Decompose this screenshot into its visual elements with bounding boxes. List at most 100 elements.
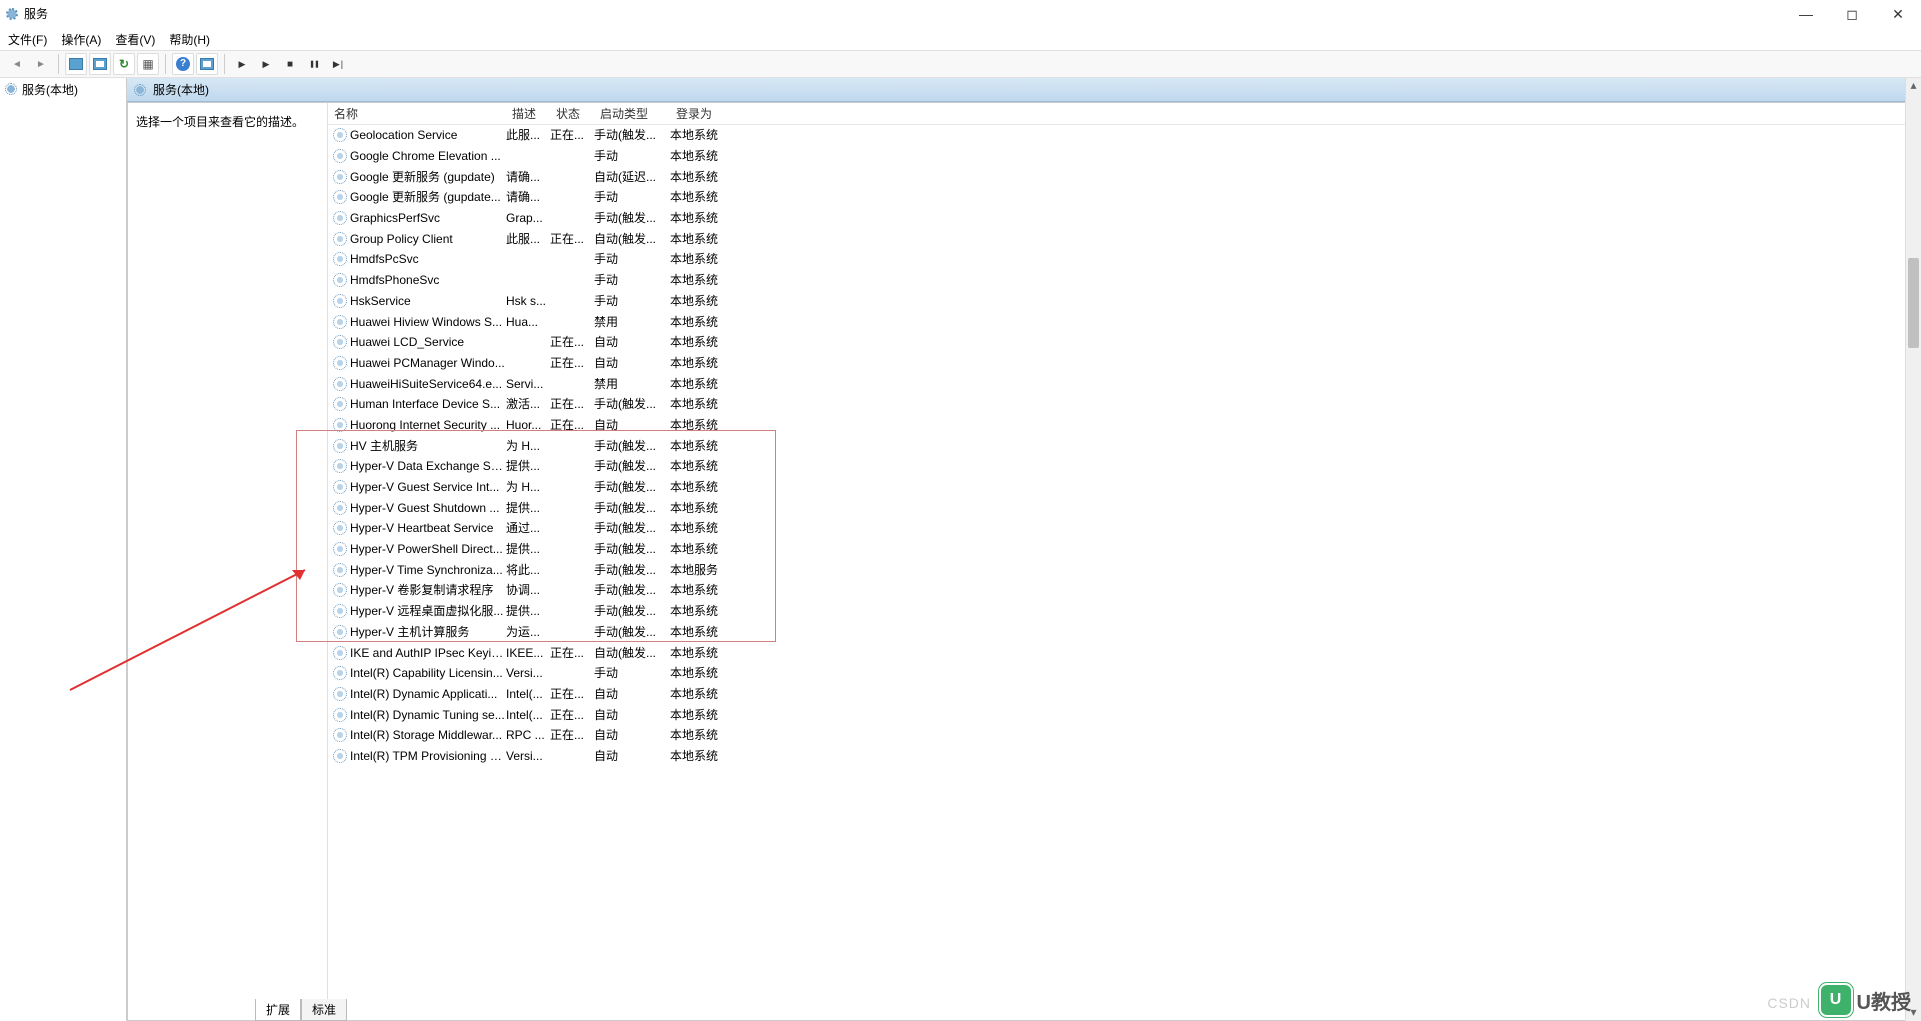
restart-service-button[interactable] — [327, 53, 349, 75]
service-row[interactable]: Huawei PCManager Windo...正在...自动本地系统 — [328, 353, 1920, 374]
minimize-button[interactable]: — — [1783, 0, 1829, 28]
service-desc: Servi... — [506, 374, 550, 394]
service-name: Hyper-V Heartbeat Service — [350, 518, 506, 538]
menu-help[interactable]: 帮助(H) — [169, 31, 210, 48]
service-logon: 本地系统 — [670, 725, 740, 745]
service-row[interactable]: Google 更新服务 (gupdate...请确...手动本地系统 — [328, 187, 1920, 208]
refresh-button[interactable] — [113, 53, 135, 75]
service-startup: 手动 — [594, 663, 670, 683]
toolbar — [0, 50, 1921, 78]
tab-standard[interactable]: 标准 — [301, 999, 347, 1021]
service-logon: 本地系统 — [670, 518, 740, 538]
service-row[interactable]: Hyper-V Time Synchroniza...将此...手动(触发...… — [328, 559, 1920, 580]
col-logon[interactable]: 登录为 — [670, 103, 740, 124]
gear-icon — [332, 582, 348, 598]
menu-view[interactable]: 查看(V) — [115, 31, 155, 48]
service-row[interactable]: Human Interface Device S...激活...正在...手动(… — [328, 394, 1920, 415]
service-row[interactable]: Hyper-V PowerShell Direct...提供...手动(触发..… — [328, 539, 1920, 560]
service-startup: 手动(触发... — [594, 622, 670, 642]
separator — [224, 54, 225, 74]
gear-icon — [332, 376, 348, 392]
service-row[interactable]: Hyper-V Guest Shutdown ...提供...手动(触发...本… — [328, 497, 1920, 518]
col-desc[interactable]: 描述 — [506, 103, 550, 124]
csdn-watermark: CSDN — [1767, 995, 1811, 1011]
service-desc: Hua... — [506, 312, 550, 332]
service-row[interactable]: HskServiceHsk s...手动本地系统 — [328, 291, 1920, 312]
service-row[interactable]: HmdfsPhoneSvc手动本地系统 — [328, 270, 1920, 291]
service-row[interactable]: Hyper-V 远程桌面虚拟化服...提供...手动(触发...本地系统 — [328, 601, 1920, 622]
service-row[interactable]: Intel(R) Capability Licensin...Versi...手… — [328, 663, 1920, 684]
service-row[interactable]: GraphicsPerfSvcGrap...手动(触发...本地系统 — [328, 208, 1920, 229]
start-service-button-2[interactable] — [255, 53, 277, 75]
menu-file[interactable]: 文件(F) — [8, 31, 47, 48]
pause-service-button[interactable] — [303, 53, 325, 75]
gear-icon — [332, 458, 348, 474]
gear-icon — [332, 293, 348, 309]
service-row[interactable]: Hyper-V Heartbeat Service通过...手动(触发...本地… — [328, 518, 1920, 539]
start-service-button[interactable] — [231, 53, 253, 75]
service-row[interactable]: Google Chrome Elevation ...手动本地系统 — [328, 146, 1920, 167]
service-row[interactable]: Hyper-V Data Exchange Se...提供...手动(触发...… — [328, 456, 1920, 477]
service-name: Google 更新服务 (gupdate) — [350, 167, 506, 187]
col-startup[interactable]: 启动类型 — [594, 103, 670, 124]
service-row[interactable]: IKE and AuthIP IPsec Keyin...IKEE...正在..… — [328, 642, 1920, 663]
service-name: Hyper-V Data Exchange Se... — [350, 456, 506, 476]
service-row[interactable]: HuaweiHiSuiteService64.e...Servi...禁用本地系… — [328, 373, 1920, 394]
service-name: HmdfsPhoneSvc — [350, 270, 506, 290]
forward-button[interactable] — [30, 53, 52, 75]
tab-extended[interactable]: 扩展 — [255, 999, 301, 1021]
service-row[interactable]: Huawei Hiview Windows S...Hua...禁用本地系统 — [328, 311, 1920, 332]
service-row[interactable]: HV 主机服务为 H...手动(触发...本地系统 — [328, 435, 1920, 456]
gear-icon — [332, 727, 348, 743]
service-row[interactable]: Intel(R) Dynamic Applicati...Intel(...正在… — [328, 684, 1920, 705]
gear-icon — [133, 83, 147, 97]
service-status: 正在... — [550, 415, 594, 435]
service-row[interactable]: Geolocation Service此服...正在...手动(触发...本地系… — [328, 125, 1920, 146]
service-desc: 协调... — [506, 580, 550, 600]
service-logon: 本地系统 — [670, 684, 740, 704]
service-startup: 手动 — [594, 270, 670, 290]
separator — [58, 54, 59, 74]
menu-action[interactable]: 操作(A) — [61, 31, 101, 48]
service-logon: 本地服务 — [670, 560, 740, 580]
service-row[interactable]: Hyper-V 卷影复制请求程序协调...手动(触发...本地系统 — [328, 580, 1920, 601]
service-row[interactable]: Intel(R) TPM Provisioning S...Versi...自动… — [328, 746, 1920, 767]
service-startup: 手动(触发... — [594, 208, 670, 228]
service-status: 正在... — [550, 353, 594, 373]
properties-button[interactable] — [89, 53, 111, 75]
service-logon: 本地系统 — [670, 374, 740, 394]
scroll-up-icon[interactable]: ▴ — [1906, 78, 1921, 94]
service-row[interactable]: Group Policy Client此服...正在...自动(触发...本地系… — [328, 228, 1920, 249]
detail-pane: 选择一个项目来查看它的描述。 — [128, 103, 328, 1020]
gear-icon — [332, 189, 348, 205]
service-name: Huawei PCManager Windo... — [350, 353, 506, 373]
back-button[interactable] — [6, 53, 28, 75]
service-startup: 自动(触发... — [594, 229, 670, 249]
col-status[interactable]: 状态 — [550, 103, 594, 124]
gear-icon — [332, 603, 348, 619]
tree-node-services-local[interactable]: 服务(本地) — [0, 78, 126, 100]
service-row[interactable]: Huorong Internet Security ...Huor...正在..… — [328, 415, 1920, 436]
service-row[interactable]: Google 更新服务 (gupdate)请确...自动(延迟...本地系统 — [328, 166, 1920, 187]
service-startup: 禁用 — [594, 374, 670, 394]
service-row[interactable]: Intel(R) Dynamic Tuning se...Intel(...正在… — [328, 704, 1920, 725]
scroll-thumb[interactable] — [1908, 258, 1919, 348]
vertical-scrollbar[interactable]: ▴ ▾ — [1905, 78, 1921, 1021]
show-hide-tree-button[interactable] — [65, 53, 87, 75]
service-logon: 本地系统 — [670, 208, 740, 228]
col-name[interactable]: 名称 — [328, 103, 506, 124]
export-button[interactable] — [137, 53, 159, 75]
close-button[interactable]: ✕ — [1875, 0, 1921, 28]
stop-service-button[interactable] — [279, 53, 301, 75]
brand-text: U教授 — [1857, 986, 1911, 1015]
maximize-button[interactable]: ◻ — [1829, 0, 1875, 28]
service-row[interactable]: Intel(R) Storage Middlewar...RPC ...正在..… — [328, 725, 1920, 746]
service-row[interactable]: Huawei LCD_Service正在...自动本地系统 — [328, 332, 1920, 353]
service-startup: 手动 — [594, 291, 670, 311]
props-button[interactable] — [196, 53, 218, 75]
service-row[interactable]: HmdfsPcSvc手动本地系统 — [328, 249, 1920, 270]
service-row[interactable]: Hyper-V Guest Service Int...为 H...手动(触发.… — [328, 477, 1920, 498]
service-startup: 手动(触发... — [594, 477, 670, 497]
help-button[interactable] — [172, 53, 194, 75]
service-row[interactable]: Hyper-V 主机计算服务为运...手动(触发...本地系统 — [328, 622, 1920, 643]
